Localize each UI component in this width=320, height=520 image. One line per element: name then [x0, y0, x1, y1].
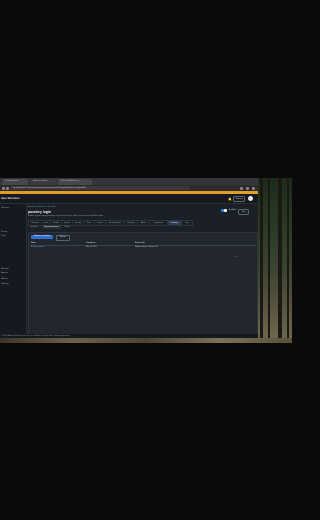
browser-tabstrip: Console Home Amazon Connect Secure Web A… — [0, 178, 258, 185]
desktop-wallpaper-strip — [0, 338, 292, 343]
reload-icon[interactable] — [6, 186, 9, 190]
column-header: Device info — [135, 242, 145, 244]
sidebar: Services Phone Chat Routing Agents Metri… — [0, 204, 27, 338]
remove-button[interactable]: Remove — [56, 235, 70, 241]
subtab-registered-devices[interactable]: Registered devices — [42, 226, 62, 229]
tab-bar: Overview Users Profiles Queues Routing Flows C… — [28, 220, 258, 226]
toggle-label: Enabled — [229, 209, 237, 211]
bell-icon[interactable]: 🔔 — [228, 197, 232, 201]
content-panel: Register new passkey Remove Name Created… — [28, 232, 258, 338]
sidebar-item[interactable]: Services — [1, 207, 9, 209]
menu-icon[interactable] — [252, 186, 255, 190]
enable-toggle[interactable] — [221, 209, 227, 212]
back-icon[interactable] — [2, 186, 5, 190]
tab-security-profiles[interactable]: Security profiles — [105, 220, 125, 226]
browser-tab-label: Secure Web Access — [61, 180, 79, 182]
column-header: Created on — [86, 242, 96, 244]
browser-tab-label: Amazon Connect — [33, 180, 49, 182]
sidebar-item[interactable]: Chat — [1, 235, 6, 237]
url-text: ap-southeast-2.console.aws.amazon.com/co… — [13, 186, 87, 189]
table-cell-created: Mar 14, 2024 — [86, 246, 97, 248]
letterbox-bottom — [0, 343, 292, 520]
avatar[interactable] — [248, 196, 253, 201]
sidebar-item[interactable]: Routing — [1, 268, 9, 270]
browser-tab-label: Console Home — [5, 180, 19, 182]
main-content: Amazon Connect > Security passkey login … — [27, 204, 258, 338]
browser-window: Console Home Amazon Connect Secure Web A… — [0, 178, 258, 338]
console-header: aws Services 🔔 Sydney — [0, 194, 258, 204]
aws-logo[interactable]: aws Services — [1, 196, 20, 200]
table-cell-name[interactable]: Primary passkey — [31, 246, 44, 248]
info-button[interactable]: Info — [238, 208, 249, 215]
page-description: Enable sign-in using passkeys on your de… — [28, 215, 104, 217]
sidebar-item[interactable]: Metrics — [1, 278, 8, 280]
breadcrumb[interactable]: Amazon Connect > Security — [28, 206, 55, 208]
subtab-overview[interactable]: Overview — [28, 226, 40, 229]
page-title: passkey login — [28, 210, 52, 214]
subtab-policies[interactable]: Policies — [62, 226, 72, 229]
tab-passkeys[interactable]: Passkeys — [167, 220, 182, 226]
pagination[interactable]: < 1 > — [234, 256, 238, 258]
letterbox-top — [0, 0, 292, 178]
sidebar-item[interactable]: Settings — [1, 283, 9, 285]
register-passkey-button[interactable]: Register new passkey — [31, 235, 53, 239]
table-cell-device: Windows Hello, Chrome 122 — [135, 246, 158, 248]
column-header: Name — [31, 242, 36, 244]
footer-text: © 2024, Amazon Web Services, Inc. or its… — [1, 334, 70, 337]
extensions-icon[interactable] — [240, 186, 243, 190]
profile-icon[interactable] — [246, 186, 249, 190]
tab-integrations[interactable]: Integrations — [149, 220, 168, 226]
sidebar-item[interactable]: Agents — [1, 272, 8, 274]
tab-data[interactable]: Data — [181, 220, 193, 226]
desktop-wallpaper — [256, 178, 292, 343]
address-bar[interactable]: ap-southeast-2.console.aws.amazon.com/co… — [10, 186, 190, 190]
region-selector[interactable]: Sydney — [233, 196, 245, 202]
tab-channels[interactable]: Channels — [124, 220, 138, 226]
console-footer: © 2024, Amazon Web Services, Inc. or its… — [0, 334, 258, 338]
sidebar-item[interactable]: Phone — [1, 231, 7, 233]
